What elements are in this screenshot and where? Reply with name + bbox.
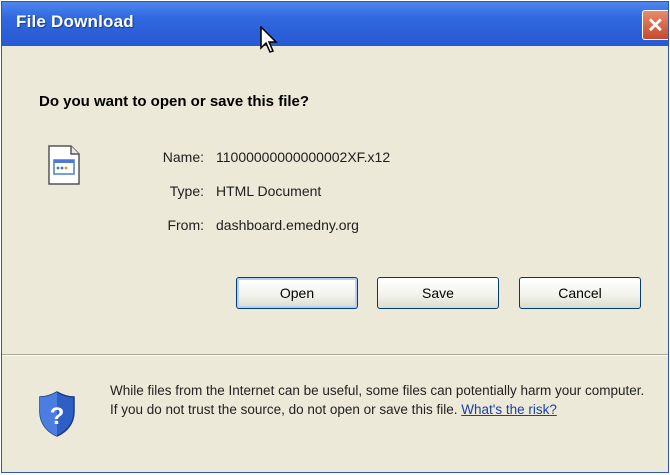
from-label: From:: [167, 217, 204, 233]
dialog-question: Do you want to open or save this file?: [39, 93, 310, 110]
warning-message: While files from the Internet can be use…: [110, 381, 650, 419]
title-bar[interactable]: File Download ✕: [2, 2, 668, 46]
html-document-icon: [48, 145, 80, 185]
close-icon: ✕: [647, 15, 664, 37]
mouse-pointer-icon: [260, 26, 278, 53]
type-label: Type:: [169, 183, 204, 199]
cancel-button[interactable]: Cancel: [519, 277, 641, 309]
file-download-dialog: File Download ✕ Do you want to open or s…: [1, 1, 669, 473]
file-name: 11000000000000002XF.x12: [216, 149, 391, 165]
open-button[interactable]: Open: [236, 277, 358, 309]
warning-text: While files from the Internet can be use…: [110, 383, 645, 417]
divider: [2, 354, 668, 356]
security-shield-icon: ?: [39, 391, 75, 437]
save-button[interactable]: Save: [377, 277, 499, 309]
name-label: Name:: [162, 149, 204, 165]
whats-the-risk-link[interactable]: What's the risk?: [461, 402, 557, 417]
close-button[interactable]: ✕: [642, 10, 668, 40]
svg-text:?: ?: [50, 403, 65, 430]
file-source: dashboard.emedny.org: [216, 217, 359, 233]
file-type: HTML Document: [216, 183, 322, 199]
window-title: File Download: [16, 12, 134, 31]
